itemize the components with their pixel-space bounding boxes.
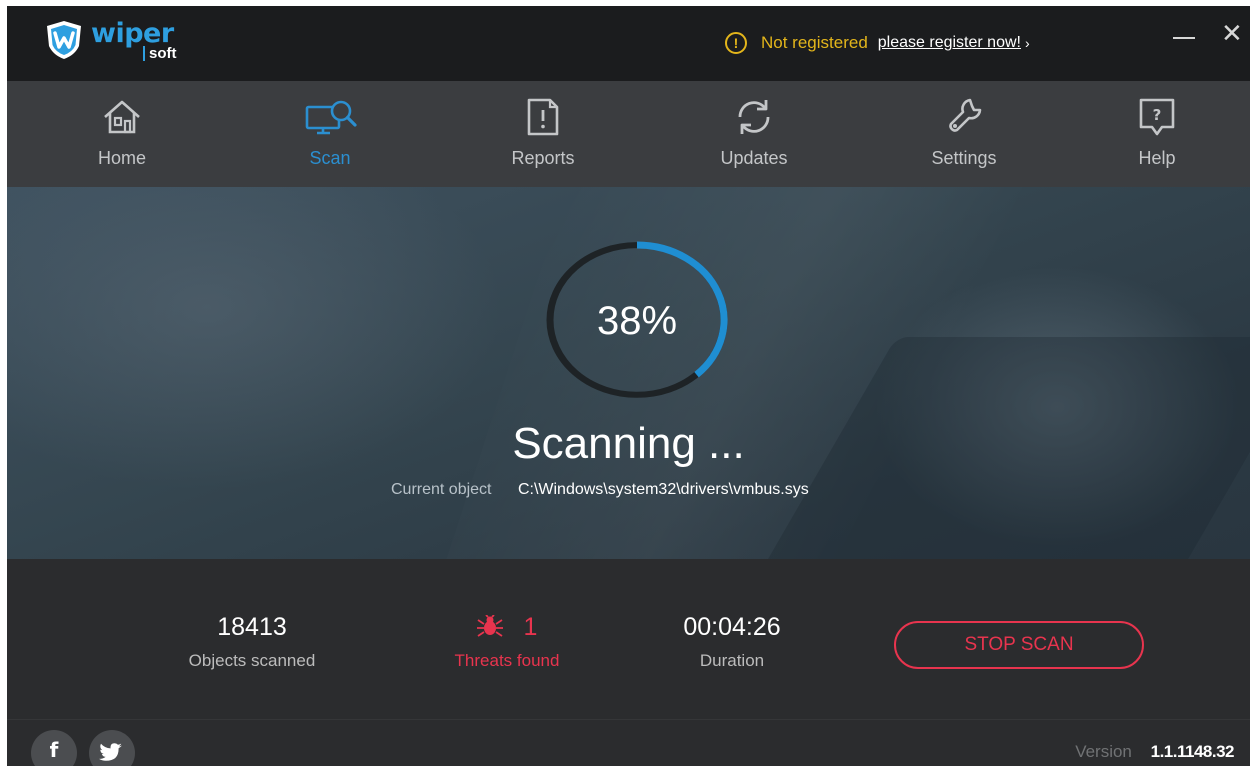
nav-label-scan: Scan bbox=[309, 148, 351, 168]
logo-wordmark: wiper soft bbox=[91, 18, 201, 66]
nav-label-home: Home bbox=[97, 148, 146, 168]
footer: f Version 1.1.1148.32 bbox=[7, 719, 1250, 766]
bug-icon bbox=[476, 615, 503, 637]
registration-status: Not registered bbox=[761, 33, 868, 52]
facebook-icon: f bbox=[49, 738, 59, 762]
reports-icon bbox=[527, 98, 559, 136]
help-icon: ? bbox=[1139, 98, 1175, 136]
logo-secondary-text: soft bbox=[143, 46, 177, 61]
duration-value: 00:04:26 bbox=[683, 613, 781, 641]
scan-progress-panel: 38% Scanning ... Current object C:\Windo… bbox=[7, 187, 1250, 559]
twitter-icon bbox=[98, 743, 122, 761]
chevron-right-icon: › bbox=[1024, 35, 1030, 51]
scan-icon bbox=[305, 100, 357, 135]
stop-scan-button[interactable]: STOP SCAN bbox=[894, 621, 1144, 669]
version-info: Version 1.1.1148.32 bbox=[1075, 742, 1234, 762]
nav-label-reports: Reports bbox=[511, 148, 575, 168]
scan-stats: 18413 Objects scanned 1 Threats found 00… bbox=[7, 559, 1250, 719]
nav-label-updates: Updates bbox=[720, 148, 788, 168]
home-icon bbox=[104, 100, 140, 134]
version-value: 1.1.1148.32 bbox=[1150, 742, 1235, 761]
nav-item-scan[interactable]: Scan bbox=[260, 81, 400, 187]
objects-scanned-label: Objects scanned bbox=[188, 651, 316, 670]
current-object-path: C:\Windows\system32\drivers\vmbus.sys bbox=[517, 481, 809, 498]
shield-logo-icon bbox=[47, 21, 81, 59]
nav-item-reports[interactable]: Reports bbox=[473, 81, 613, 187]
stat-objects-scanned: 18413 Objects scanned bbox=[177, 613, 327, 671]
progress-percent: 38% bbox=[596, 299, 678, 343]
stat-threats-found[interactable]: 1 Threats found bbox=[437, 613, 577, 671]
nav-label-settings: Settings bbox=[931, 148, 997, 168]
refresh-icon bbox=[738, 100, 770, 134]
registration-notice: ! Not registered please register now! › bbox=[725, 32, 1030, 54]
facebook-button[interactable]: f bbox=[31, 730, 77, 766]
objects-scanned-value: 18413 bbox=[217, 613, 287, 641]
current-object-label: Current object bbox=[391, 481, 492, 498]
twitter-button[interactable] bbox=[89, 730, 135, 766]
title-bar: wiper soft ! Not registered please regis… bbox=[7, 6, 1250, 81]
register-now-link[interactable]: please register now! bbox=[878, 34, 1021, 52]
app-logo: wiper soft bbox=[45, 18, 201, 66]
nav-label-help: Help bbox=[1138, 148, 1176, 168]
duration-label: Duration bbox=[699, 651, 765, 670]
threats-found-label: Threats found bbox=[454, 651, 560, 670]
svg-text:?: ? bbox=[1153, 106, 1162, 124]
alert-circle-icon: ! bbox=[725, 32, 747, 54]
threats-found-row: 1 bbox=[437, 613, 577, 642]
version-label: Version bbox=[1075, 742, 1132, 761]
stat-duration: 00:04:26 Duration bbox=[667, 613, 797, 671]
scan-status-title: Scanning ... bbox=[512, 419, 745, 468]
nav-item-settings[interactable]: Settings bbox=[894, 81, 1034, 187]
wrench-icon bbox=[949, 98, 982, 132]
main-nav: Home Scan Reports Updates Settings ? Hel… bbox=[7, 81, 1250, 187]
current-object: Current object C:\Windows\system32\drive… bbox=[391, 481, 809, 499]
threats-found-value: 1 bbox=[523, 613, 538, 641]
nav-item-help[interactable]: ? Help bbox=[1087, 81, 1227, 187]
app-window: wiper soft ! Not registered please regis… bbox=[7, 6, 1250, 766]
close-button[interactable]: ✕ bbox=[1221, 20, 1243, 46]
nav-item-updates[interactable]: Updates bbox=[684, 81, 824, 187]
nav-item-home[interactable]: Home bbox=[52, 81, 192, 187]
